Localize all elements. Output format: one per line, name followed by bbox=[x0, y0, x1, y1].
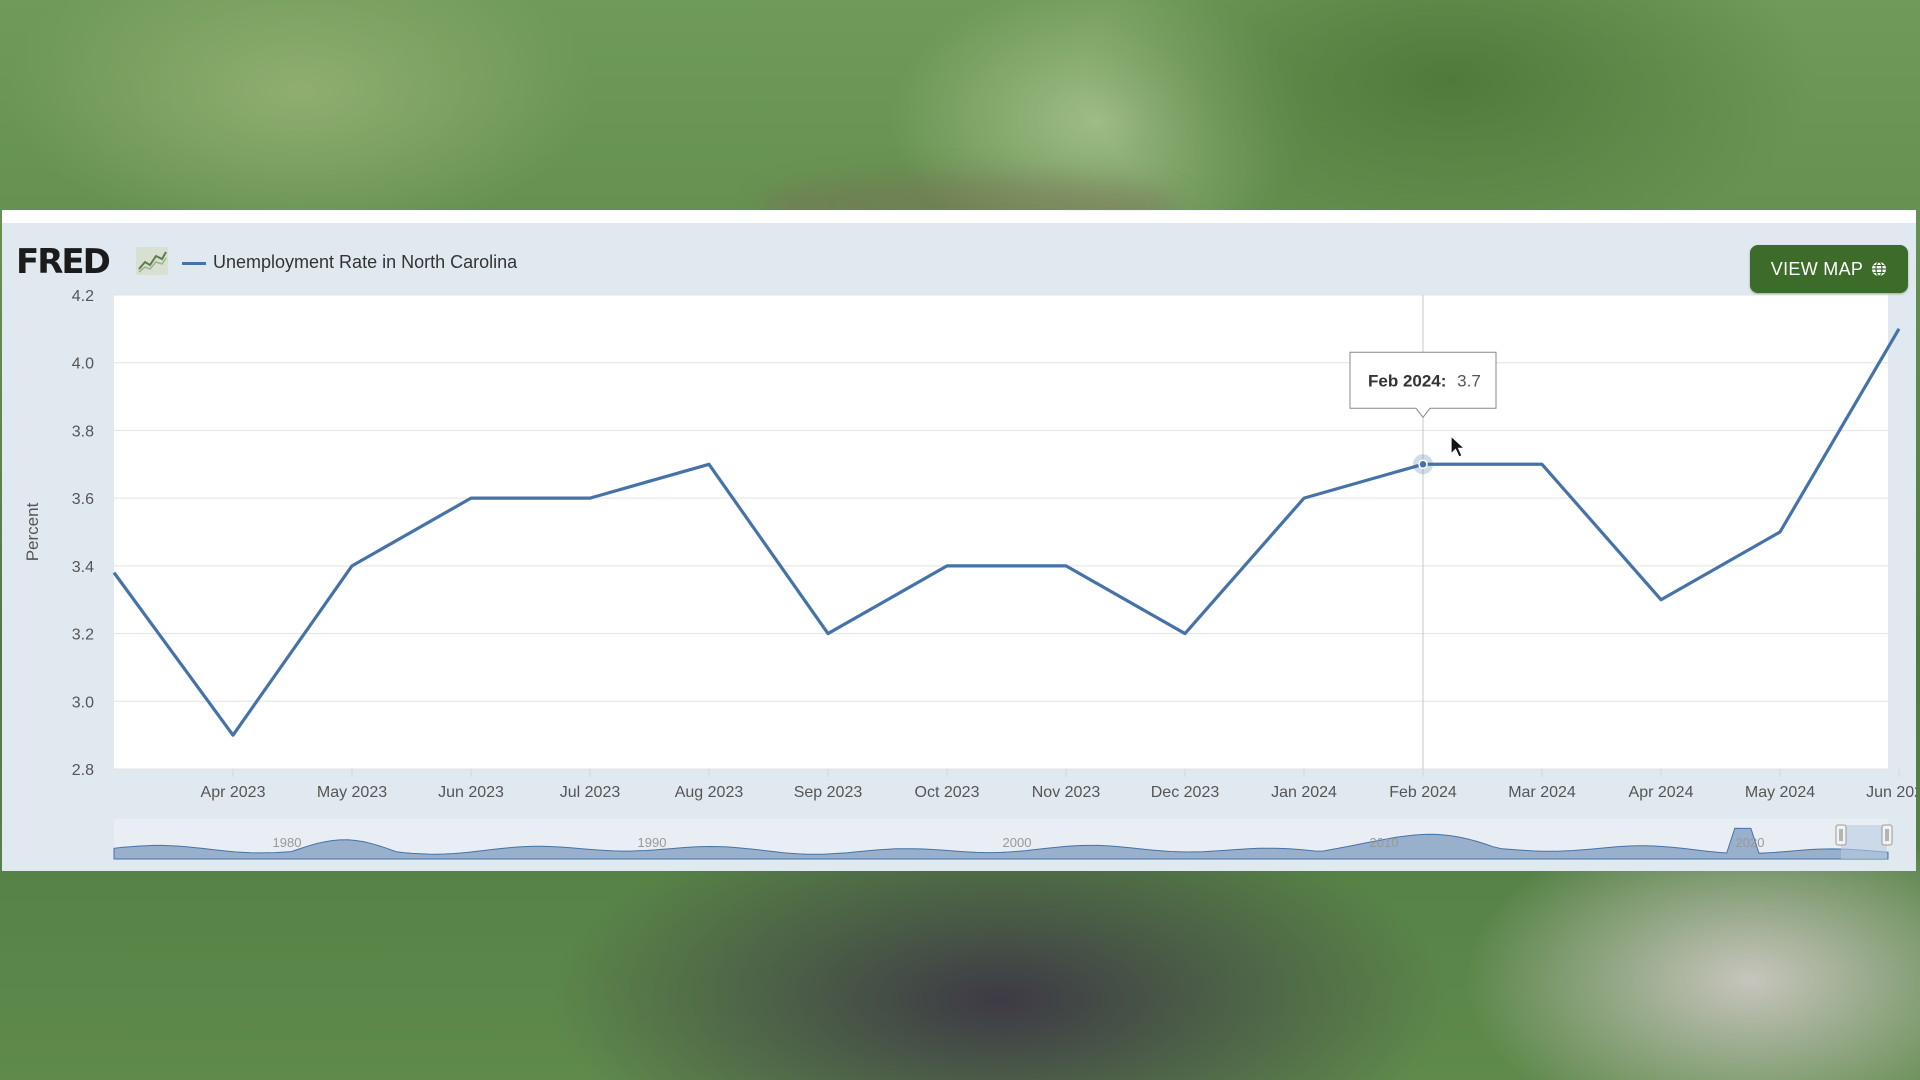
data-point[interactable] bbox=[944, 563, 950, 569]
y-tick-label: 3.6 bbox=[72, 491, 94, 508]
data-point[interactable] bbox=[587, 495, 593, 501]
data-point[interactable] bbox=[1896, 326, 1902, 332]
y-tick-label: 3.8 bbox=[72, 423, 94, 440]
navigator-handle-right[interactable] bbox=[1881, 824, 1893, 846]
x-tick-label: Oct 2023 bbox=[915, 784, 980, 801]
y-tick-label: 3.4 bbox=[72, 559, 94, 576]
data-point[interactable] bbox=[825, 631, 831, 637]
x-tick-label: Jan 2024 bbox=[1271, 784, 1337, 801]
y-axis-ticks: 4.2 4.0 3.8 3.6 3.4 3.2 3.0 2.8 bbox=[72, 288, 94, 779]
data-point[interactable] bbox=[1777, 529, 1783, 535]
data-point[interactable] bbox=[1658, 597, 1664, 603]
navigator-tick-label: 1980 bbox=[273, 835, 302, 850]
y-tick-label: 4.0 bbox=[72, 356, 94, 373]
tooltip-text: Feb 2024: 3.7 bbox=[1368, 371, 1481, 390]
x-tick-label: Sep 2023 bbox=[794, 784, 863, 801]
x-tick-label: Nov 2023 bbox=[1032, 784, 1101, 801]
navigator-tick-label: 1990 bbox=[638, 835, 667, 850]
y-tick-label: 3.2 bbox=[72, 627, 94, 644]
y-tick-label: 3.0 bbox=[72, 694, 94, 711]
y-axis-label: Percent bbox=[23, 502, 42, 561]
x-tick-label: Dec 2023 bbox=[1151, 784, 1220, 801]
plot-area bbox=[114, 295, 1888, 769]
x-axis-ticks: Apr 2023 May 2023 Jun 2023 Jul 2023 Aug 2023… bbox=[201, 769, 1916, 801]
data-point[interactable] bbox=[468, 495, 474, 501]
data-point[interactable] bbox=[1182, 631, 1188, 637]
y-tick-label: 2.8 bbox=[72, 762, 94, 779]
x-tick-label: Apr 2024 bbox=[1629, 784, 1694, 801]
navigator-handle-left[interactable] bbox=[1835, 824, 1847, 846]
data-point[interactable] bbox=[706, 461, 712, 467]
highlighted-point[interactable] bbox=[1418, 459, 1428, 470]
data-point[interactable] bbox=[230, 732, 236, 738]
x-tick-label: Jul 2023 bbox=[560, 784, 621, 801]
x-tick-label: Aug 2023 bbox=[675, 784, 744, 801]
x-tick-label: May 2023 bbox=[317, 784, 387, 801]
x-tick-label: Jun 2024 bbox=[1866, 784, 1916, 801]
fred-chart-panel: FRED Unemployment Rate in North Carolina… bbox=[2, 210, 1916, 871]
data-point[interactable] bbox=[1063, 563, 1069, 569]
data-point[interactable] bbox=[1539, 461, 1545, 467]
tooltip-value: 3.7 bbox=[1457, 371, 1481, 390]
data-point[interactable] bbox=[111, 570, 117, 576]
x-tick-label: Jun 2023 bbox=[438, 784, 504, 801]
x-tick-label: Mar 2024 bbox=[1508, 784, 1576, 801]
navigator-tick-label: 2010 bbox=[1370, 835, 1399, 850]
x-tick-label: Feb 2024 bbox=[1389, 784, 1457, 801]
tooltip: Feb 2024: 3.7 bbox=[1349, 351, 1497, 419]
data-point[interactable] bbox=[1301, 495, 1307, 501]
y-tick-label: 4.2 bbox=[72, 288, 94, 305]
navigator-tick-label: 2020 bbox=[1736, 835, 1765, 850]
x-tick-label: Apr 2023 bbox=[201, 784, 266, 801]
line-chart: 4.2 4.0 3.8 3.6 3.4 3.2 3.0 2.8 Percent Apr 202… bbox=[23, 288, 1916, 860]
mouse-cursor-icon bbox=[1450, 434, 1467, 458]
navigator[interactable]: 1980 1990 2000 2010 2020 bbox=[113, 819, 1893, 860]
data-point[interactable] bbox=[349, 563, 355, 569]
navigator-tick-label: 2000 bbox=[1003, 835, 1032, 850]
tooltip-label: Feb 2024: bbox=[1368, 371, 1446, 390]
navigator-selection bbox=[1841, 825, 1887, 859]
x-tick-label: May 2024 bbox=[1745, 784, 1815, 801]
